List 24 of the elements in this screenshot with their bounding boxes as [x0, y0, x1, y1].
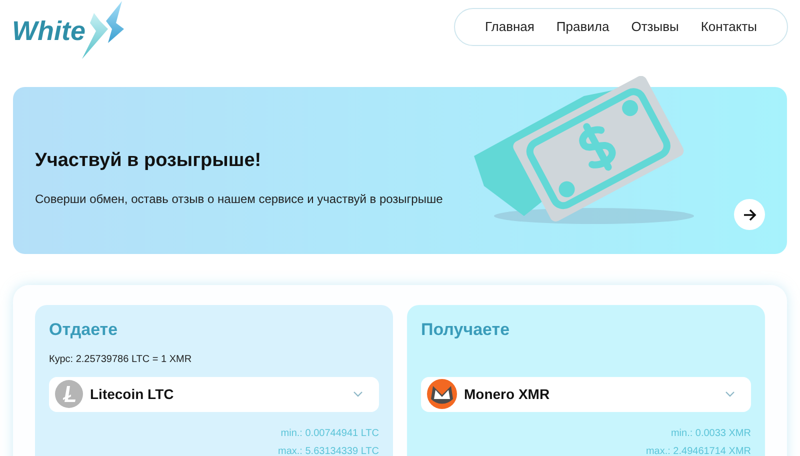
exchange-rate: Курс: 2.25739786 LTC = 1 XMR: [49, 353, 192, 367]
min-amount: min.: 0.0033 XMR: [670, 426, 751, 440]
nav-link[interactable]: Правила: [556, 17, 610, 37]
arrow-right-icon: [742, 208, 756, 222]
chevron-down-icon: [725, 391, 735, 397]
currency-select[interactable]: Litecoin LTC: [49, 376, 379, 412]
banner-title: Участвуй в розыгрыше!: [35, 149, 262, 174]
currency-select[interactable]: Monero XMR: [421, 376, 751, 412]
card-title: Получаете: [421, 319, 511, 341]
nav-link[interactable]: Главная: [484, 17, 534, 37]
next-arrow-button[interactable]: [734, 199, 765, 230]
currency-name: Litecoin LTC: [90, 384, 175, 404]
max-amount: max.: 2.49461714 XMR: [646, 444, 751, 456]
banner-subtitle: Соверши обмен, оставь отзыв о нашем сервисе и участвуй в розыгрыше: [35, 190, 443, 208]
coin-icon: [55, 380, 83, 408]
currency-name: Monero XMR: [464, 384, 551, 404]
nav-link[interactable]: Отзывы: [631, 17, 679, 37]
nav-link[interactable]: Контакты: [700, 17, 757, 37]
card-title: Отдаете: [49, 319, 119, 341]
coin-icon: [427, 379, 457, 409]
max-amount: max.: 5.63134339 LTC: [278, 444, 379, 456]
min-amount: min.: 0.00744941 LTC: [280, 426, 379, 440]
chevron-down-icon: [353, 391, 363, 397]
logo-text: White: [12, 14, 86, 48]
